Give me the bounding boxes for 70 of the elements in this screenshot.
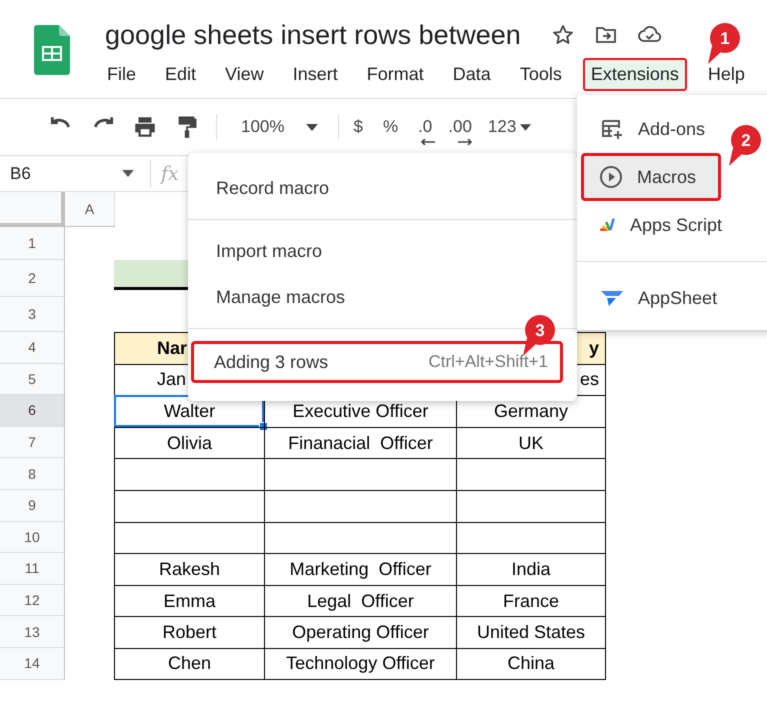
table-cell: Marketing Officer [264,553,456,585]
menu-item[interactable]: File [99,58,144,91]
table-plus-icon [600,117,624,141]
menu-item[interactable]: View [217,58,272,91]
table-cell: United States [456,616,606,648]
menu-label: Apps Script [630,214,722,236]
table-cell: China [456,648,606,680]
row-header[interactable]: 7 [0,426,65,458]
row-header[interactable]: 3 [0,297,65,332]
right-arrow-icon [458,139,472,145]
currency-button[interactable]: $ [353,117,363,137]
menu-label: Macros [637,166,696,188]
document-title[interactable]: google sheets insert rows between [105,20,521,50]
caret-icon [306,124,318,130]
row-header[interactable]: 8 [0,458,65,490]
menu-label: AppSheet [638,288,718,308]
decrease-decimals-button[interactable]: .0 [418,117,432,137]
star-icon[interactable] [550,23,575,47]
macro-menu-item[interactable]: Import macro [188,228,577,274]
sheets-logo-icon [34,25,70,75]
zoom-select[interactable]: 100% [241,117,318,137]
menu-item[interactable]: Data [444,58,499,91]
row-header[interactable]: 5 [0,364,65,396]
name-box[interactable]: B6 [0,164,140,184]
extensions-menu-item[interactable]: Apps Script [577,201,725,249]
menu-item[interactable]: Tools [512,58,570,91]
play-circle-icon [599,165,623,189]
percent-button[interactable]: % [382,117,398,137]
extensions-menu-item[interactable]: AppSheet [577,274,725,322]
table-cell: Robert [114,616,264,648]
table-cell: Legal Officer [264,584,456,616]
table-cell: Rakesh [114,553,264,585]
extensions-menu-item[interactable]: Add-ons [577,105,725,153]
row-header[interactable]: 2 [0,260,65,297]
row-header[interactable]: 1 [0,227,65,260]
macro-label: Record macro [216,178,330,198]
row-header[interactable]: 11 [0,553,65,585]
row-header[interactable]: 9 [0,490,65,522]
row-header[interactable]: 4 [0,332,65,364]
table-cell: India [456,553,606,585]
column-header[interactable]: A [65,192,115,227]
menu-item[interactable]: Edit [157,58,204,91]
menu-item[interactable]: Extensions [582,58,687,91]
row-header[interactable]: 14 [0,648,65,680]
row-header[interactable]: 6 [0,395,65,427]
left-arrow-icon [421,139,436,145]
table-cell: Finanacial Officer [264,426,456,458]
row-header[interactable]: 10 [0,522,65,554]
row-header[interactable]: 13 [0,616,65,648]
table-cell: Olivia [114,426,264,458]
macro-menu-item[interactable]: Record macro [188,165,577,211]
caret-icon [520,124,532,130]
extensions-menu-item[interactable]: Macros [581,153,721,201]
table-cell: UK [456,426,606,458]
number-format-select[interactable]: 123 [488,117,532,137]
table-cell: France [456,584,606,616]
table-cell: Chen [114,648,264,680]
increase-decimals-button[interactable]: .00 [448,117,472,137]
menu-item[interactable]: Format [358,58,432,91]
macro-label: Manage macros [216,286,346,308]
formula-label: fx [161,162,179,184]
macro-menu-item[interactable]: Adding 3 rows Ctrl+Alt+Shift+1 [191,341,563,383]
table-cell: Technology Officer [264,648,456,680]
row-header[interactable]: 12 [0,584,65,616]
macro-label: Import macro [216,240,322,262]
table-cell: Emma [114,584,264,616]
caret-icon [122,170,134,177]
table-cell: Operating Officer [264,616,456,648]
menu-item[interactable]: Insert [284,58,346,91]
menu-label: Add-ons [638,118,706,140]
